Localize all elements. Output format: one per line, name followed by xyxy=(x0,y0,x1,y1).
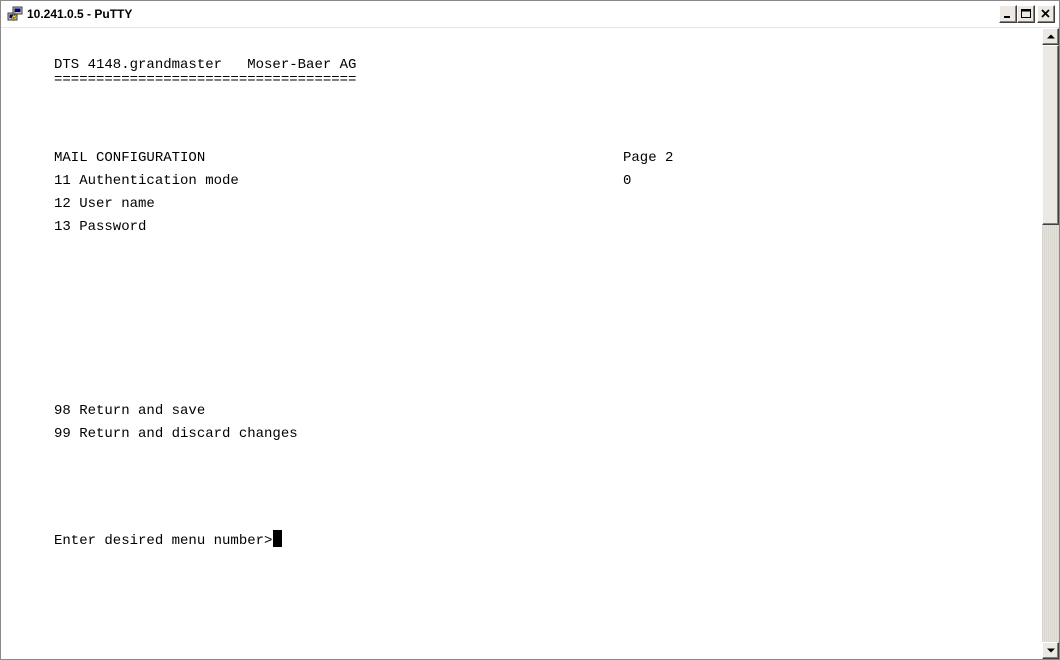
header-separator: ==================================== xyxy=(54,72,357,88)
putty-app-icon[interactable] xyxy=(7,6,23,22)
text-cursor xyxy=(273,530,283,547)
scrollbar-thumb[interactable] xyxy=(1042,45,1059,225)
scroll-down-button[interactable] xyxy=(1042,642,1059,659)
close-icon xyxy=(1041,9,1050,18)
authentication-mode-value: 0 xyxy=(623,173,632,189)
menu-item-11: 11 Authentication mode xyxy=(54,173,239,189)
prompt-text: Enter desired menu number> xyxy=(54,533,273,549)
menu-item-13: 13 Password xyxy=(54,219,147,235)
menu-item-99: 99 Return and discard changes xyxy=(54,426,298,442)
section-title: MAIL CONFIGURATION xyxy=(54,150,206,166)
scroll-up-button[interactable] xyxy=(1042,28,1059,45)
window-controls xyxy=(999,5,1055,23)
close-button[interactable] xyxy=(1037,5,1055,23)
maximize-button[interactable] xyxy=(1017,5,1035,23)
menu-item-98: 98 Return and save xyxy=(54,403,206,419)
page-label: Page 2 xyxy=(623,150,674,166)
minimize-button[interactable] xyxy=(999,5,1017,23)
arrow-up-icon xyxy=(1047,34,1055,39)
title-bar[interactable]: 10.241.0.5 - PuTTY xyxy=(1,1,1059,28)
menu-item-12: 12 User name xyxy=(54,196,155,212)
vertical-scrollbar[interactable] xyxy=(1042,28,1059,659)
minimize-icon xyxy=(1004,16,1010,18)
arrow-down-icon xyxy=(1047,648,1055,653)
prompt-line[interactable]: Enter desired menu number> xyxy=(54,530,283,553)
putty-window: 10.241.0.5 - PuTTY DTS 4148.grandmaster … xyxy=(0,0,1060,660)
window-title: 10.241.0.5 - PuTTY xyxy=(27,7,133,21)
terminal-screen[interactable]: DTS 4148.grandmaster Moser-Baer AG =====… xyxy=(2,28,1042,659)
maximize-icon xyxy=(1021,9,1031,18)
